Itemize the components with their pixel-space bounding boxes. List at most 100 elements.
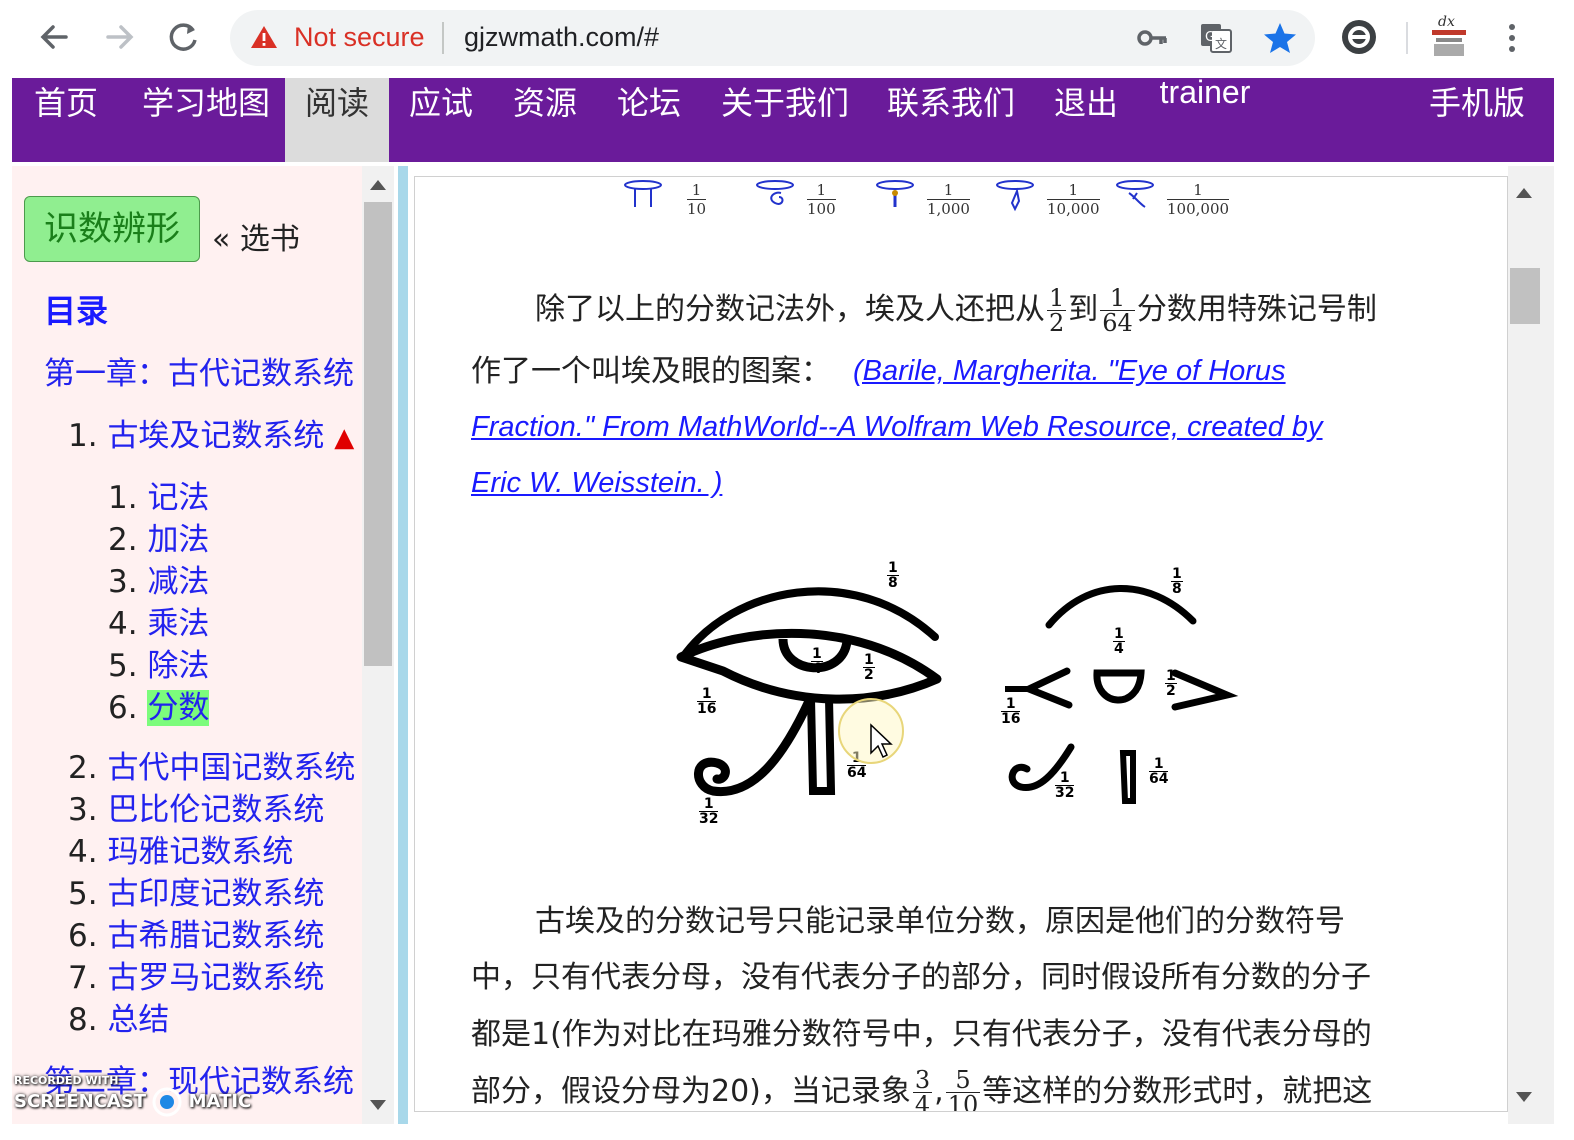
eye-fraction-label: 18 — [887, 560, 899, 591]
toc-title: 目录 — [44, 292, 109, 330]
toc-section[interactable]: 7. 古罗马记数系统 — [68, 952, 324, 997]
nav-username[interactable]: trainer — [1150, 74, 1260, 158]
eye-fraction-label: 12 — [1165, 668, 1177, 699]
toc-section-label[interactable]: 古代中国记数系统 — [107, 750, 355, 786]
mouth-tadpole-glyph-icon — [1116, 180, 1154, 208]
scroll-up-arrow-icon[interactable] — [370, 180, 386, 190]
book-title-button[interactable]: 识数辨形 — [24, 196, 200, 262]
fraction-label: 1 1,000 — [927, 181, 970, 218]
back-arrow-icon[interactable] — [32, 14, 78, 60]
pane-divider[interactable] — [398, 166, 408, 1124]
fraction-one-half: 12 — [1047, 284, 1067, 337]
toc-number: 6. — [68, 918, 98, 954]
toc-subsection[interactable]: 1. 记法 — [108, 472, 209, 517]
profile-avatar-icon[interactable]: dx — [1424, 12, 1474, 62]
toc-section-label[interactable]: 古罗马记数系统 — [107, 960, 324, 996]
eye-fraction-label: 1 32 — [1055, 770, 1075, 801]
content-scroll-down-arrow-icon[interactable] — [1516, 1092, 1532, 1102]
url-text[interactable]: gjzwmath.com/# — [464, 22, 659, 53]
nav-mobile-version[interactable]: 手机版 — [1418, 78, 1536, 162]
toc-subsection[interactable]: 3. 减法 — [108, 556, 209, 601]
toc-section-label[interactable]: 古印度记数系统 — [107, 876, 324, 912]
eye-fraction-label: 1 32 — [699, 796, 719, 827]
toc-chapter-1-label[interactable]: 第一章：古代记数系统 — [44, 356, 354, 392]
bookmark-star-icon[interactable] — [1262, 20, 1298, 56]
toc-section-label[interactable]: 总结 — [107, 1002, 169, 1038]
content-scrollbar-thumb[interactable] — [1510, 268, 1540, 324]
citation-link-line-3[interactable]: Eric W. Weisstein. ) — [471, 455, 1471, 512]
reload-icon[interactable] — [160, 14, 206, 60]
toc-subsection-label[interactable]: 减法 — [147, 564, 209, 600]
toc-section[interactable]: 8. 总结 — [68, 994, 169, 1039]
toc-subsection[interactable]: 4. 乘法 — [108, 598, 209, 643]
fraction-five-tenths: 5 10 — [945, 1066, 981, 1112]
paragraph-2-line-1: 古埃及的分数记号只能记录单位分数，原因是他们的分数符号 — [535, 904, 1345, 939]
nav-contact-us[interactable]: 联系我们 — [878, 78, 1024, 162]
paragraph-2-line-2: 中，只有代表分母，没有代表分子的部分，同时假设所有分数的分子 — [471, 960, 1371, 995]
citation-link-line-2[interactable]: Fraction." From MathWorld--A Wolfram Web… — [471, 399, 1471, 456]
eye-fraction-label: 12 — [863, 652, 875, 683]
eye-fraction-label: 18 — [1171, 566, 1183, 597]
paragraph-2-line-4: 部分，假设分母为20)，当记录象 3 4, 5 10 等这样的分数形式时，就把这 — [471, 1063, 1431, 1112]
extension-e-icon[interactable] — [1340, 18, 1378, 56]
select-book-link[interactable]: « 选书 — [212, 214, 300, 258]
citation-link-line-1[interactable]: (Barile, Margherita. "Eye of Horus — [853, 343, 1453, 400]
paragraph-2-line-3: 都是1(作为对比在玛雅分数符号中，只有代表分子，没有代表分母的 — [471, 1017, 1372, 1052]
toc-section-label[interactable]: 玛雅记数系统 — [107, 834, 293, 870]
nav-resources[interactable]: 资源 — [503, 78, 587, 162]
fraction-label: 1 10,000 — [1047, 181, 1100, 218]
translate-icon[interactable]: G 文 — [1198, 20, 1234, 56]
svg-text:dx: dx — [1438, 14, 1455, 30]
security-label[interactable]: Not secure — [294, 22, 425, 53]
toc-number: 4. — [68, 834, 98, 870]
toc-number: 4. — [108, 606, 138, 642]
toc-section[interactable]: 6. 古希腊记数系统 — [68, 910, 324, 955]
toc-number: 5. — [108, 648, 138, 684]
toc-section-label[interactable]: 古埃及记数系统 — [107, 418, 324, 454]
toc-subsection-label[interactable]: 乘法 — [147, 606, 209, 642]
toc-number: 5. — [68, 876, 98, 912]
nav-exam[interactable]: 应试 — [399, 78, 483, 162]
toc-section-label[interactable]: 古希腊记数系统 — [107, 918, 324, 954]
fraction-label: 1 100 — [807, 181, 836, 218]
nav-reading[interactable]: 阅读 — [285, 78, 389, 162]
eye-fraction-label: 1 16 — [1001, 696, 1021, 727]
toc-number: 2. — [68, 750, 98, 786]
nav-forum[interactable]: 论坛 — [607, 78, 691, 162]
toc-subsection-label-current[interactable]: 分数 — [147, 690, 210, 726]
toc-section-egypt[interactable]: 1. 古埃及记数系统 ▲ — [68, 410, 354, 455]
kebab-menu-icon[interactable] — [1500, 18, 1524, 58]
toc-section[interactable]: 4. 玛雅记数系统 — [68, 826, 293, 871]
toc-section[interactable]: 3. 巴比伦记数系统 — [68, 784, 324, 829]
toc-subsection-label[interactable]: 加法 — [147, 522, 209, 558]
record-logo-icon — [152, 1087, 182, 1117]
key-icon[interactable] — [1134, 20, 1170, 56]
eye-fraction-label: 1 16 — [697, 686, 717, 717]
toc-section[interactable]: 2. 古代中国记数系统 — [68, 742, 355, 787]
mouth-glyph-icon — [624, 180, 662, 207]
nav-about-us[interactable]: 关于我们 — [712, 78, 858, 162]
toc-section[interactable]: 5. 古印度记数系统 — [68, 868, 324, 913]
sidebar-scrollbar-thumb[interactable] — [364, 202, 392, 666]
eye-fraction-label: 164 — [1149, 756, 1169, 787]
toc-number: 1. — [68, 418, 98, 454]
toolbar-separator — [1406, 22, 1408, 54]
toc-subsection[interactable]: 5. 除法 — [108, 640, 209, 685]
scroll-down-arrow-icon[interactable] — [370, 1100, 386, 1110]
expanded-marker-icon[interactable]: ▲ — [334, 423, 354, 453]
toc-section-label[interactable]: 巴比伦记数系统 — [107, 792, 324, 828]
content-scroll-up-arrow-icon[interactable] — [1516, 188, 1532, 198]
toc-subsection-current[interactable]: 6. 分数 — [108, 682, 210, 727]
browser-toolbar: Not secure gjzwmath.com/# G 文 dx — [0, 0, 1574, 76]
nav-logout[interactable]: 退出 — [1044, 78, 1128, 162]
toc-subsection[interactable]: 2. 加法 — [108, 514, 209, 559]
nav-learning-map[interactable]: 学习地图 — [126, 78, 286, 162]
address-bar[interactable]: Not secure gjzwmath.com/# G 文 — [230, 10, 1315, 66]
forward-arrow-icon[interactable] — [96, 14, 142, 60]
toc-number: 1. — [108, 480, 138, 516]
toc-subsection-label[interactable]: 除法 — [147, 648, 209, 684]
toc-subsection-label[interactable]: 记法 — [147, 480, 209, 516]
nav-home[interactable]: 首页 — [22, 78, 110, 162]
toc-chapter-1[interactable]: 第一章：古代记数系统 — [44, 348, 354, 393]
omnibox-separator — [442, 22, 444, 54]
